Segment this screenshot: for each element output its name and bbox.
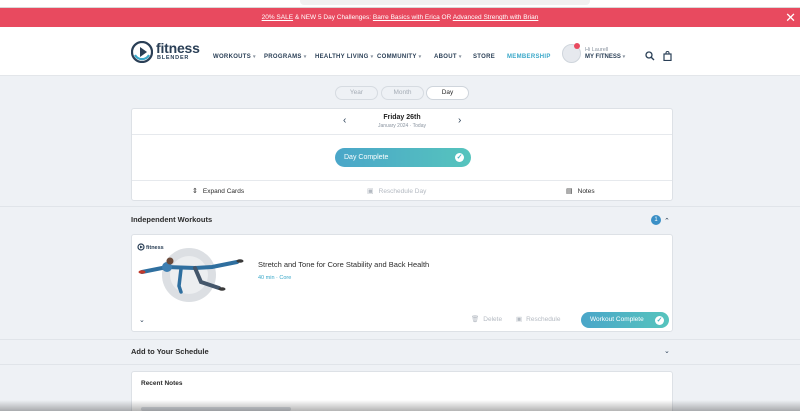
thumbnail-brand: fitness — [146, 245, 164, 251]
my-fitness-text: MY FITNESS — [585, 54, 621, 60]
workout-card: fitness Stretch and Tone for Core Stabil… — [131, 234, 673, 332]
independent-workouts-title: Independent Workouts — [131, 215, 213, 224]
challenge-link-strength[interactable]: Advanced Strength with Brian — [453, 14, 539, 21]
address-bar[interactable] — [300, 0, 590, 5]
calendar-arrow-icon: ▣ — [367, 188, 374, 195]
chevron-down-icon[interactable]: ⌄ — [664, 348, 670, 355]
document-icon: ▤ — [566, 188, 573, 195]
tab-year[interactable]: Year — [335, 86, 378, 100]
tab-month[interactable]: Month — [381, 86, 424, 100]
nav-workouts[interactable]: WORKOUTS ▾ — [213, 54, 256, 60]
main-navigation: fitness BLENDER WORKOUTS ▾ PROGRAMS ▾ HE… — [0, 27, 800, 76]
expand-icon: ⇕ — [192, 188, 198, 195]
nav-about[interactable]: ABOUT ▾ — [434, 54, 462, 60]
calendar-arrow-icon: ▣ — [516, 316, 523, 323]
user-menu[interactable]: Hi Laurell MY FITNESS ▾ — [562, 43, 642, 66]
delete-button[interactable]: 🗑 Delete — [471, 315, 502, 323]
previous-day-icon[interactable]: ‹ — [343, 116, 346, 126]
nav-store-label: STORE — [473, 54, 496, 60]
check-icon: ✓ — [655, 315, 664, 325]
chevron-up-icon[interactable]: ⌃ — [664, 218, 670, 225]
search-icon[interactable] — [645, 51, 655, 61]
nav-community-label: COMMUNITY — [377, 54, 417, 60]
notes-label: Notes — [577, 188, 595, 195]
my-fitness-label: MY FITNESS ▾ — [585, 54, 625, 60]
close-icon[interactable]: ✕ — [785, 8, 796, 27]
trash-icon: 🗑 — [471, 316, 480, 323]
fitness-blender-logo[interactable]: fitness BLENDER — [131, 40, 211, 64]
reschedule-day-button[interactable]: ▣ Reschedule Day — [367, 187, 426, 195]
nav-healthy-living-label: HEALTHY LIVING — [315, 54, 369, 60]
day-card: ‹ Friday 26th January 2024 · Today › Day… — [131, 108, 673, 201]
recent-notes-title: Recent Notes — [141, 380, 183, 387]
logo-subtitle: BLENDER — [157, 55, 190, 61]
reschedule-label: Reschedule — [526, 316, 561, 323]
promo-or: OR — [439, 14, 453, 21]
nav-programs-label: PROGRAMS — [264, 54, 302, 60]
chevron-down-icon: ▾ — [458, 54, 462, 60]
nav-workouts-label: WORKOUTS — [213, 54, 252, 60]
chevron-down-icon: ▾ — [253, 54, 256, 60]
nav-about-label: ABOUT — [434, 54, 457, 60]
chevron-down-icon: ▾ — [418, 54, 422, 60]
workout-complete-button[interactable]: Workout Complete ✓ — [581, 312, 669, 328]
nav-programs[interactable]: PROGRAMS ▾ — [264, 54, 307, 60]
reschedule-day-label: Reschedule Day — [378, 188, 427, 195]
tab-day[interactable]: Day — [426, 86, 469, 100]
notes-button[interactable]: ▤ Notes — [566, 187, 595, 195]
date-title: Friday 26th — [383, 114, 421, 121]
day-complete-label: Day Complete — [344, 154, 389, 161]
section-divider — [0, 206, 800, 207]
logo-wordmark: fitness — [156, 40, 200, 56]
day-actions: ⇕ Expand Cards ▣ Reschedule Day ▤ Notes — [132, 180, 672, 201]
nav-store[interactable]: STORE — [473, 54, 495, 60]
promo-text: & NEW 5 Day Challenges: — [293, 14, 373, 21]
workout-count-badge: 1 — [651, 215, 661, 225]
chevron-down-icon[interactable]: ⌄ — [139, 317, 145, 324]
delete-label: Delete — [483, 316, 503, 323]
bag-icon[interactable] — [663, 51, 672, 61]
notification-dot — [574, 43, 580, 49]
reschedule-button[interactable]: ▣ Reschedule — [516, 315, 560, 323]
bottom-shadow — [0, 400, 800, 411]
workout-thumbnail[interactable]: fitness — [137, 240, 247, 305]
workout-meta: 40 min · Core — [258, 275, 292, 281]
day-complete-button[interactable]: Day Complete ✓ — [335, 148, 471, 167]
date-subtitle: January 2024 · Today — [378, 123, 426, 129]
nav-healthy-living[interactable]: HEALTHY LIVING ▾ — [315, 54, 373, 60]
next-day-icon[interactable]: › — [458, 116, 461, 126]
chevron-down-icon: ▾ — [370, 54, 374, 60]
nav-membership-label: MEMBERSHIP — [507, 54, 551, 60]
workout-complete-label: Workout Complete — [590, 316, 644, 323]
promo-banner: 20% SALE & NEW 5 Day Challenges: Barre B… — [0, 8, 800, 27]
challenge-link-barre[interactable]: Barre Basics with Erica — [373, 14, 440, 21]
nav-community[interactable]: COMMUNITY ▾ — [377, 54, 421, 60]
chevron-down-icon: ▾ — [303, 54, 307, 60]
nav-membership[interactable]: MEMBERSHIP — [507, 54, 551, 60]
section-divider — [0, 364, 800, 365]
user-greeting: Hi Laurell — [585, 47, 609, 53]
expand-cards-button[interactable]: ⇕ Expand Cards — [192, 187, 244, 195]
expand-cards-label: Expand Cards — [202, 188, 245, 195]
section-divider — [0, 339, 800, 340]
sale-link[interactable]: 20% SALE — [262, 14, 293, 21]
add-to-schedule-title: Add to Your Schedule — [131, 347, 209, 356]
workout-title[interactable]: Stretch and Tone for Core Stability and … — [258, 260, 429, 269]
browser-chrome — [0, 0, 800, 8]
logo-mark-icon — [131, 41, 153, 63]
date-navigator: ‹ Friday 26th January 2024 · Today › — [132, 109, 672, 135]
check-icon: ✓ — [455, 153, 464, 162]
chevron-down-icon: ▾ — [622, 54, 626, 60]
